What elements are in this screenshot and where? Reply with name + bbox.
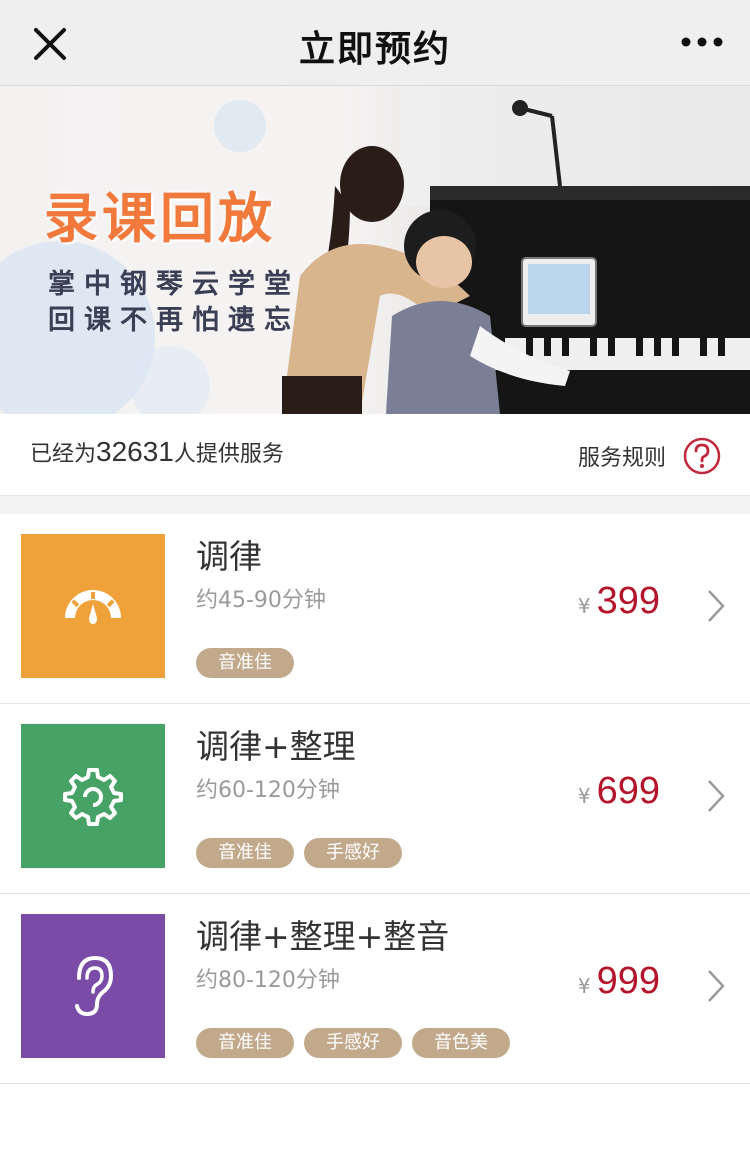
- service-tags: 音准佳 手感好: [196, 838, 402, 868]
- currency-symbol: ¥: [577, 594, 591, 618]
- section-divider: [0, 496, 750, 514]
- served-count: 32631: [96, 436, 174, 467]
- currency-symbol: ¥: [577, 784, 591, 808]
- chevron-right-icon: [708, 970, 725, 1002]
- currency-symbol: ¥: [577, 974, 591, 998]
- service-stats-bar: 已经为32631人提供服务 服务规则: [0, 414, 750, 496]
- chevron-right-icon: [708, 780, 725, 812]
- service-price: ¥999: [578, 960, 660, 1003]
- service-tag: 音色美: [412, 1028, 510, 1058]
- service-duration: 约60-120分钟: [196, 778, 340, 803]
- price-amount: 399: [596, 580, 660, 622]
- service-list: 调律 约45-90分钟 音准佳 ¥399 调律+整理 约60-120分钟 音准佳…: [0, 514, 750, 1084]
- page-title: 立即预约: [298, 29, 451, 70]
- banner-subline-1: 掌中钢琴云学堂: [48, 269, 300, 300]
- service-tags: 音准佳: [196, 648, 294, 678]
- service-name: 调律: [196, 537, 262, 576]
- service-duration: 约80-120分钟: [196, 968, 340, 993]
- service-tags: 音准佳 手感好 音色美: [196, 1028, 510, 1058]
- gear-icon: [63, 768, 123, 826]
- service-item-tuning-regulation-voicing[interactable]: 调律+整理+整音 约80-120分钟 音准佳 手感好 音色美 ¥999: [0, 894, 750, 1084]
- served-suffix: 人提供服务: [173, 442, 284, 467]
- banner-headline: 录课回放: [44, 186, 276, 250]
- price-amount: 699: [596, 770, 660, 812]
- promo-banner[interactable]: 录课回放 掌中钢琴云学堂 回课不再怕遗忘: [0, 86, 750, 414]
- service-tag: 音准佳: [196, 838, 294, 868]
- service-item-tuning-regulation[interactable]: 调律+整理 约60-120分钟 音准佳 手感好 ¥699: [0, 704, 750, 894]
- gauge-icon: [65, 590, 121, 624]
- service-thumbnail: [21, 914, 165, 1058]
- service-rules-link[interactable]: 服务规则: [578, 440, 666, 472]
- service-tag: 手感好: [304, 838, 402, 868]
- top-nav-bar: 立即预约: [0, 0, 750, 86]
- service-tag: 音准佳: [196, 648, 294, 678]
- served-count-text: 已经为32631人提供服务: [30, 436, 284, 468]
- service-thumbnail: [21, 724, 165, 868]
- service-tag: 手感好: [304, 1028, 402, 1058]
- service-item-tuning[interactable]: 调律 约45-90分钟 音准佳 ¥399: [0, 514, 750, 704]
- ear-icon: [75, 955, 114, 1017]
- more-dots-icon[interactable]: [678, 30, 726, 54]
- service-thumbnail: [21, 534, 165, 678]
- price-amount: 999: [596, 960, 660, 1002]
- served-prefix: 已经为: [30, 442, 97, 467]
- service-duration: 约45-90分钟: [196, 588, 326, 613]
- service-price: ¥699: [578, 770, 660, 813]
- service-name: 调律+整理+整音: [196, 917, 450, 956]
- service-name: 调律+整理: [196, 727, 356, 766]
- service-tag: 音准佳: [196, 1028, 294, 1058]
- chevron-right-icon: [708, 590, 725, 622]
- banner-subline-2: 回课不再怕遗忘: [48, 305, 300, 336]
- service-price: ¥399: [578, 580, 660, 623]
- question-circle-icon[interactable]: [682, 436, 722, 476]
